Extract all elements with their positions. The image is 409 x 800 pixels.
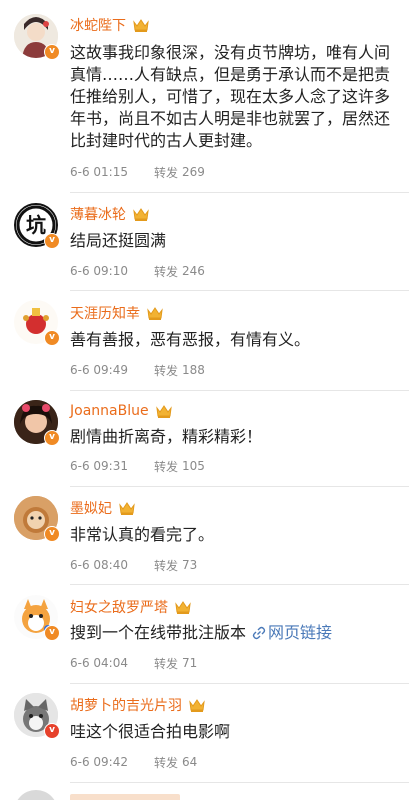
repost-count: 64 xyxy=(182,755,198,769)
comment-feed: v 冰蛇陛下 这故事我印象很深，没有贞节牌坊，唯有人间真情……人有缺点，但是勇于… xyxy=(0,0,409,800)
crown-icon xyxy=(155,405,172,418)
comment-text: 剧情曲折离奇，精彩精彩！ xyxy=(70,427,263,446)
divider xyxy=(70,782,409,783)
comment-time: 6-6 09:31 xyxy=(70,459,128,473)
username[interactable]: 冰蛇陛下 xyxy=(70,15,126,35)
avatar[interactable]: v xyxy=(14,595,60,641)
verified-badge-icon: v xyxy=(44,526,60,542)
username[interactable]: 天涯历知幸 xyxy=(70,303,140,323)
divider xyxy=(70,192,409,193)
avatar[interactable]: v xyxy=(14,14,60,60)
repost-label[interactable]: 转发 xyxy=(154,362,178,379)
comment-time: 6-6 09:42 xyxy=(70,755,128,769)
repost-count: 188 xyxy=(182,363,205,377)
crown-icon xyxy=(189,699,205,712)
repost-label[interactable]: 转发 xyxy=(154,754,178,771)
avatar[interactable]: v xyxy=(14,300,60,346)
repost-label[interactable]: 转发 xyxy=(154,557,178,574)
username[interactable]: 妇女之敌罗严塔 xyxy=(70,597,168,617)
crown-icon xyxy=(147,307,163,320)
repost-label[interactable]: 转发 xyxy=(154,164,178,181)
crown-icon xyxy=(133,19,149,32)
divider xyxy=(70,486,409,487)
username-partial xyxy=(70,794,180,800)
comment-text: 搜到一个在线带批注版本 网页链接 xyxy=(70,622,400,644)
divider xyxy=(70,584,409,585)
repost-label[interactable]: 转发 xyxy=(154,655,178,672)
username[interactable]: 胡萝卜的吉光片羽 xyxy=(70,695,182,715)
comment-text-content: 搜到一个在线带批注版本 xyxy=(70,623,247,642)
svg-text:坑: 坑 xyxy=(26,213,46,237)
comment-text: 非常认真的看完了。 xyxy=(70,525,215,544)
username[interactable]: JoannaBlue xyxy=(70,403,149,419)
web-link[interactable]: 网页链接 xyxy=(252,622,332,644)
verified-badge-icon: v xyxy=(44,330,60,346)
divider xyxy=(70,290,409,291)
avatar[interactable]: v xyxy=(14,693,60,739)
link-icon xyxy=(252,626,266,640)
comment-time: 6-6 04:04 xyxy=(70,656,128,670)
avatar[interactable] xyxy=(14,790,58,800)
comment-text: 善有善报，恶有恶报，有情有义。 xyxy=(70,330,311,349)
comment-text: 结局还挺圆满 xyxy=(70,231,167,250)
repost-count: 246 xyxy=(182,264,205,278)
comment-time: 6-6 09:10 xyxy=(70,264,128,278)
comment-time: 6-6 01:15 xyxy=(70,165,128,179)
repost-count: 73 xyxy=(182,558,198,572)
avatar[interactable]: 坑 v xyxy=(14,203,60,249)
comment-time: 6-6 09:49 xyxy=(70,363,128,377)
verified-badge-icon: v xyxy=(44,723,60,739)
avatar[interactable]: v xyxy=(14,496,60,542)
avatar[interactable]: v xyxy=(14,400,60,446)
repost-count: 269 xyxy=(182,165,205,179)
verified-badge-icon: v xyxy=(44,233,60,249)
verified-badge-icon: v xyxy=(44,44,60,60)
divider xyxy=(70,390,409,391)
comment-time: 6-6 08:40 xyxy=(70,558,128,572)
crown-icon xyxy=(175,601,191,614)
comment-text: 这故事我印象很深，没有贞节牌坊，唯有人间真情……人有缺点，但是勇于承认而不是把责… xyxy=(70,43,391,150)
username[interactable]: 薄暮冰轮 xyxy=(70,204,126,224)
verified-badge-icon: v xyxy=(44,430,60,446)
crown-icon xyxy=(119,502,135,515)
web-link-label[interactable]: 网页链接 xyxy=(268,622,332,644)
repost-label[interactable]: 转发 xyxy=(154,458,178,475)
repost-count: 71 xyxy=(182,656,198,670)
verified-badge-icon: v xyxy=(44,625,60,641)
username[interactable]: 墨姒妃 xyxy=(70,498,112,518)
comment-text: 哇这个很适合拍电影啊 xyxy=(70,722,231,741)
divider xyxy=(70,683,409,684)
repost-label[interactable]: 转发 xyxy=(154,263,178,280)
crown-icon xyxy=(133,208,149,221)
repost-count: 105 xyxy=(182,459,205,473)
